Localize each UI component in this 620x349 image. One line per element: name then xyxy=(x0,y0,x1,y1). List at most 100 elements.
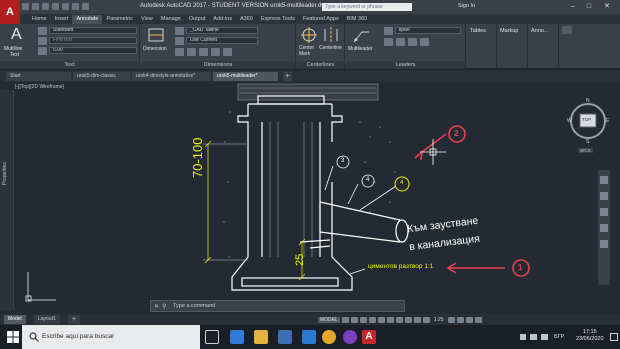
layout-tab-layout1[interactable]: Layout1 xyxy=(34,315,60,324)
file-explorer-icon[interactable] xyxy=(254,330,268,344)
centerline-icon[interactable] xyxy=(323,27,339,43)
open-icon[interactable] xyxy=(32,3,39,10)
windows-start-icon[interactable] xyxy=(7,331,19,343)
centerlines-panel-title[interactable]: Centerlines xyxy=(297,61,344,69)
ribbon-tab-home[interactable]: Home xyxy=(28,15,51,24)
dimension-icon[interactable] xyxy=(147,26,165,44)
volume-icon[interactable] xyxy=(541,334,548,340)
task-view-icon[interactable] xyxy=(205,330,219,344)
text-style-select[interactable]: Standard xyxy=(49,27,137,34)
mleader-style-select[interactable]: кран xyxy=(395,27,461,34)
add-layout-button[interactable]: + xyxy=(68,315,81,324)
multiline-text-icon[interactable]: A xyxy=(11,26,22,44)
pan-icon[interactable] xyxy=(600,192,608,200)
ribbon-tab-featured-apps[interactable]: Featured Apps xyxy=(299,15,343,24)
dim-adjust-icon[interactable] xyxy=(187,48,196,56)
layout-tab-model[interactable]: Model xyxy=(4,315,26,324)
align-leader-icon[interactable] xyxy=(408,38,417,46)
showmotion-icon[interactable] xyxy=(600,240,608,248)
add-leader-icon[interactable] xyxy=(384,38,393,46)
viewcube-top-label[interactable]: TOP xyxy=(582,117,591,122)
centerline-label[interactable]: Centerline xyxy=(319,45,342,51)
viewcube[interactable]: TOP N S W E WCS xyxy=(565,95,620,155)
ribbon-tab-annotate[interactable]: Annotate xyxy=(72,15,103,24)
otrack-icon[interactable] xyxy=(386,316,394,323)
search-input[interactable]: Type a keyword or phrase xyxy=(322,3,412,11)
new-tab-button[interactable]: + xyxy=(283,72,292,81)
markup-label[interactable]: Markup xyxy=(500,28,518,34)
dim-baseline-icon[interactable] xyxy=(211,48,220,56)
zoom-extents-icon[interactable] xyxy=(600,208,608,216)
wcs-menu[interactable]: WCS xyxy=(578,148,593,153)
dim-update-icon[interactable] xyxy=(223,48,232,56)
workspace-icon[interactable] xyxy=(447,316,455,323)
multileader-label[interactable]: Multileader xyxy=(348,46,372,52)
command-close-icon[interactable]: ✕ xyxy=(154,303,159,310)
ortho-icon[interactable] xyxy=(359,316,367,323)
plot-icon[interactable] xyxy=(62,3,69,10)
viewcube-w-label[interactable]: W xyxy=(567,118,572,124)
ribbon-tab-a360[interactable]: A360 xyxy=(236,15,257,24)
command-customize-icon[interactable]: ⚲ xyxy=(162,303,166,310)
input-language[interactable]: БГР xyxy=(554,334,564,340)
snap-icon[interactable] xyxy=(350,316,358,323)
drawing-area[interactable]: 70-100 25 циментов разтвор 1:1 Към зауст… xyxy=(0,82,620,314)
annotation-visibility-icon[interactable] xyxy=(422,316,430,323)
file-tab-multileader[interactable]: urok5-multileader* xyxy=(213,72,279,81)
polar-icon[interactable] xyxy=(368,316,376,323)
full-nav-wheel-icon[interactable] xyxy=(600,176,608,184)
taskbar-search-box[interactable]: Escribe aquí para buscar xyxy=(22,325,200,349)
sign-in-button[interactable]: Sign In xyxy=(458,3,475,9)
osnap-icon[interactable] xyxy=(377,316,385,323)
close-icon[interactable]: ✕ xyxy=(600,2,614,12)
save-as-icon[interactable] xyxy=(52,3,59,10)
undo-icon[interactable] xyxy=(72,3,79,10)
orbit-icon[interactable] xyxy=(600,224,608,232)
ribbon-tab-insert[interactable]: Insert xyxy=(51,15,73,24)
multileader-icon[interactable] xyxy=(352,26,370,44)
ribbon-tab-parametric[interactable]: Parametric xyxy=(102,15,137,24)
dimensions-panel-title[interactable]: Dimensions xyxy=(141,61,295,69)
file-tab-dimstyle[interactable]: urok4-dimstyle-annotative* xyxy=(132,72,212,81)
viewcube-s-label[interactable]: S xyxy=(586,139,589,145)
redo-icon[interactable] xyxy=(82,3,89,10)
ribbon-tab-output[interactable]: Output xyxy=(185,15,210,24)
dim-break-icon[interactable] xyxy=(175,48,184,56)
dim-layer-select[interactable]: Use Current xyxy=(186,37,258,44)
selection-cycling-icon[interactable] xyxy=(413,316,421,323)
taskbar-clock[interactable]: 17:15 23/06/2020 xyxy=(576,329,604,343)
notifications-icon[interactable] xyxy=(610,333,618,341)
viewcube-n-label[interactable]: N xyxy=(586,98,590,104)
ribbon-collapse-icon[interactable] xyxy=(562,26,572,34)
fullscreen-icon[interactable] xyxy=(465,316,473,323)
find-text-input[interactable]: Find text xyxy=(49,37,137,44)
store-icon[interactable] xyxy=(278,330,292,344)
isolate-icon[interactable] xyxy=(456,316,464,323)
text-panel-title[interactable]: Text xyxy=(0,61,139,69)
ribbon-tab-bim-360[interactable]: BIM 360 xyxy=(343,15,371,24)
viewcube-e-label[interactable]: E xyxy=(606,118,609,124)
edge-icon[interactable] xyxy=(230,330,244,344)
properties-palette-strip[interactable]: Properties xyxy=(0,90,14,310)
leaders-panel-title[interactable]: Leaders xyxy=(346,61,465,69)
tray-overflow-icon[interactable] xyxy=(520,334,526,340)
multiline-text-label-2[interactable]: Text xyxy=(10,52,19,58)
model-space-toggle[interactable]: MODEL xyxy=(318,316,340,323)
ribbon-tab-add-ins[interactable]: Add-ins xyxy=(209,15,236,24)
text-height-select[interactable]: 5.00 xyxy=(49,47,137,54)
file-tab-start[interactable]: Start xyxy=(6,72,72,81)
maximize-icon[interactable]: □ xyxy=(582,2,596,12)
collect-leader-icon[interactable] xyxy=(420,38,429,46)
ribbon-tab-view[interactable]: View xyxy=(137,15,157,24)
dimension-label[interactable]: Dimension xyxy=(143,46,167,52)
ribbon-tab-express-tools[interactable]: Express Tools xyxy=(257,15,299,24)
center-mark-label[interactable]: Center Mark xyxy=(299,45,321,57)
command-line[interactable]: ✕ ⚲ Type a command xyxy=(150,300,405,312)
autocad-taskbar-icon[interactable]: A xyxy=(362,330,376,344)
grid-icon[interactable] xyxy=(341,316,349,323)
chrome-icon[interactable] xyxy=(322,330,336,344)
application-menu-button[interactable]: A xyxy=(0,0,20,24)
annotation-label[interactable]: Anno... xyxy=(531,28,548,34)
mail-icon[interactable] xyxy=(302,330,316,344)
command-input[interactable]: Type a command xyxy=(173,303,215,309)
